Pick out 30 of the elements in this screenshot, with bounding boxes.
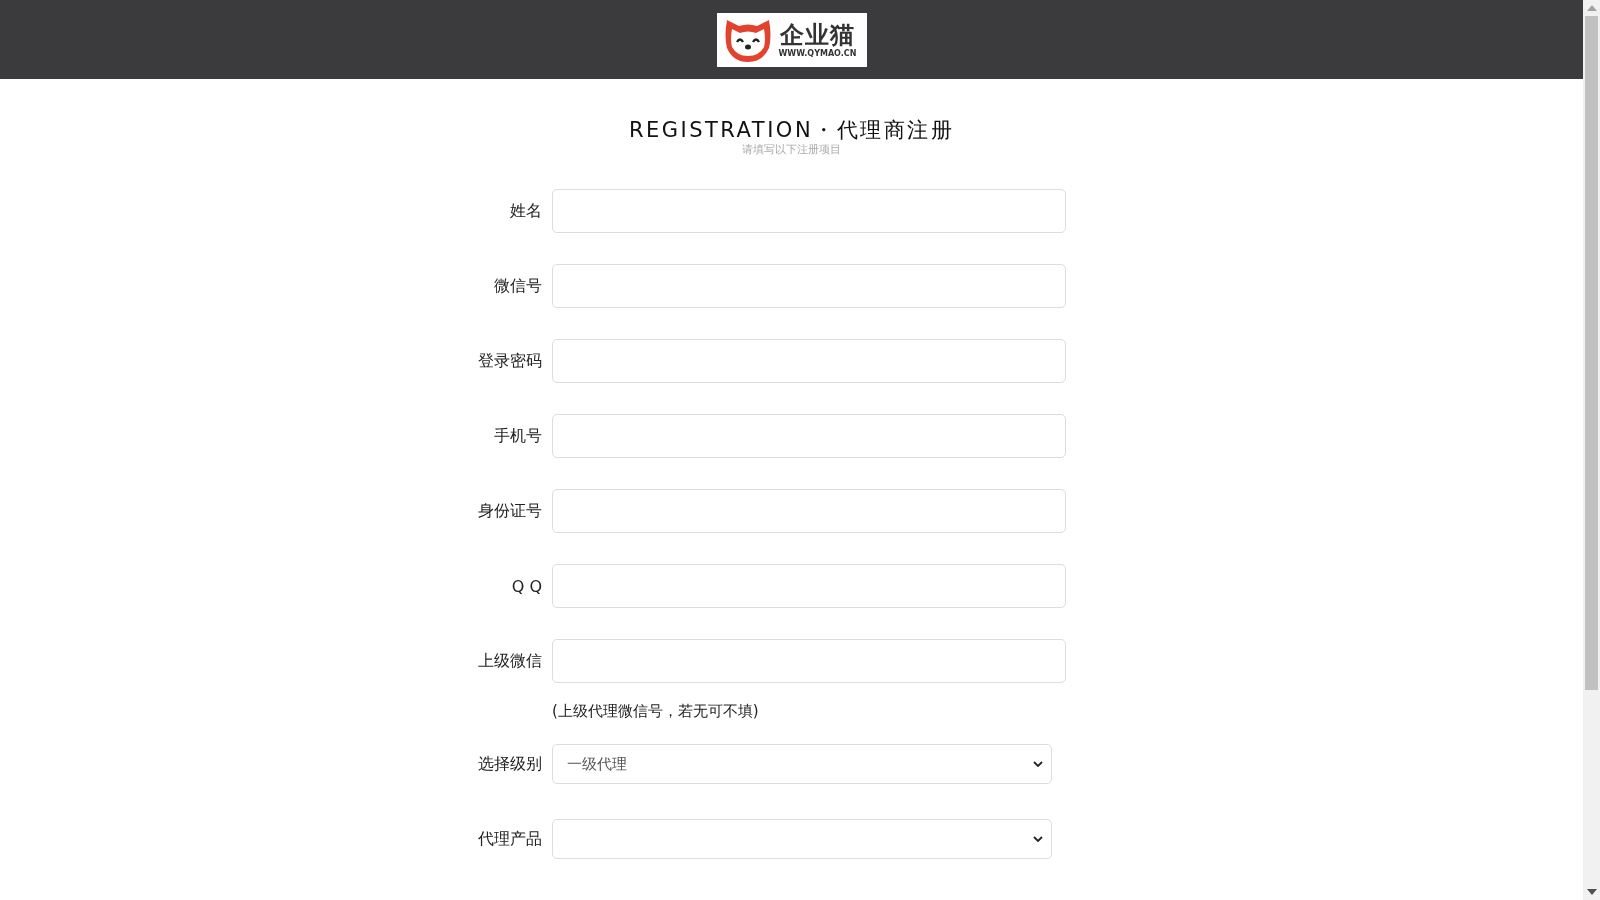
logo-name: 企业猫 [779,20,855,49]
logo-url: WWW.QYMAO.CN [778,48,857,59]
field-label: 手机号 [493,425,543,447]
field-label: 选择级别 [477,753,543,775]
field-label: 登录密码 [477,350,543,372]
logo[interactable]: 企业猫 WWW.QYMAO.CN [716,12,867,67]
field-label: 代理产品 [477,828,543,850]
scroll-down-icon[interactable] [1586,889,1597,895]
field-label: 上级微信 [477,650,543,672]
chevron-down-icon [1033,836,1043,842]
page-title: REGISTRATION・代理商注册 [628,117,955,143]
input-field[interactable] [552,264,1066,308]
page-subtitle: 请填写以下注册项目 [742,143,841,157]
chevron-down-icon [1033,761,1043,767]
scrollbar-thumb[interactable] [1585,16,1598,690]
field-label: 姓名 [509,200,543,222]
input-field[interactable] [552,339,1066,383]
dropdown[interactable] [552,819,1052,859]
scroll-up-icon[interactable] [1586,5,1597,11]
field-label: 微信号 [493,275,543,297]
field-label: 身份证号 [477,500,543,522]
input-field[interactable] [552,414,1066,458]
input-field[interactable] [552,489,1066,533]
dropdown[interactable]: 一级代理 [552,744,1052,784]
hint-text: (上级代理微信号，若无可不填) [552,702,759,721]
input-field[interactable] [552,639,1066,683]
input-field[interactable] [552,189,1066,233]
field-label: Q Q [510,576,543,596]
input-field[interactable] [552,564,1066,608]
scrollbar[interactable] [1583,0,1600,900]
